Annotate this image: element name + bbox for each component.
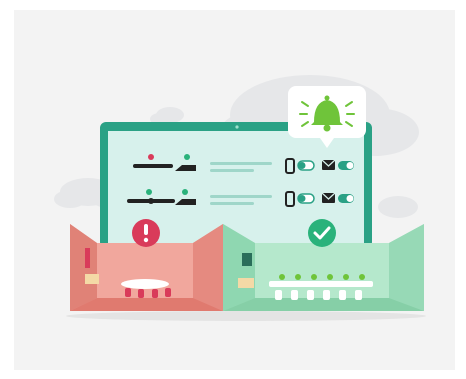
alert-dot-icon	[148, 154, 154, 160]
ok-dot-icon	[146, 189, 152, 195]
checkmark-icon	[308, 219, 336, 247]
status-bar	[133, 164, 173, 168]
illustration-frame	[0, 0, 466, 379]
text-line	[210, 169, 254, 172]
text-line	[210, 162, 272, 165]
ground-shadow	[66, 311, 426, 321]
ok-dot-icon	[184, 154, 190, 160]
toggle-icon[interactable]	[338, 161, 354, 170]
illustration-svg	[54, 75, 426, 321]
alert-exclamation-icon	[132, 219, 160, 247]
text-line	[210, 195, 272, 198]
toggle-icon[interactable]	[297, 160, 315, 171]
ok-dot-icon	[182, 189, 188, 195]
toggle-icon[interactable]	[297, 193, 315, 204]
toggle-icon[interactable]	[338, 194, 354, 203]
text-line	[210, 202, 254, 205]
